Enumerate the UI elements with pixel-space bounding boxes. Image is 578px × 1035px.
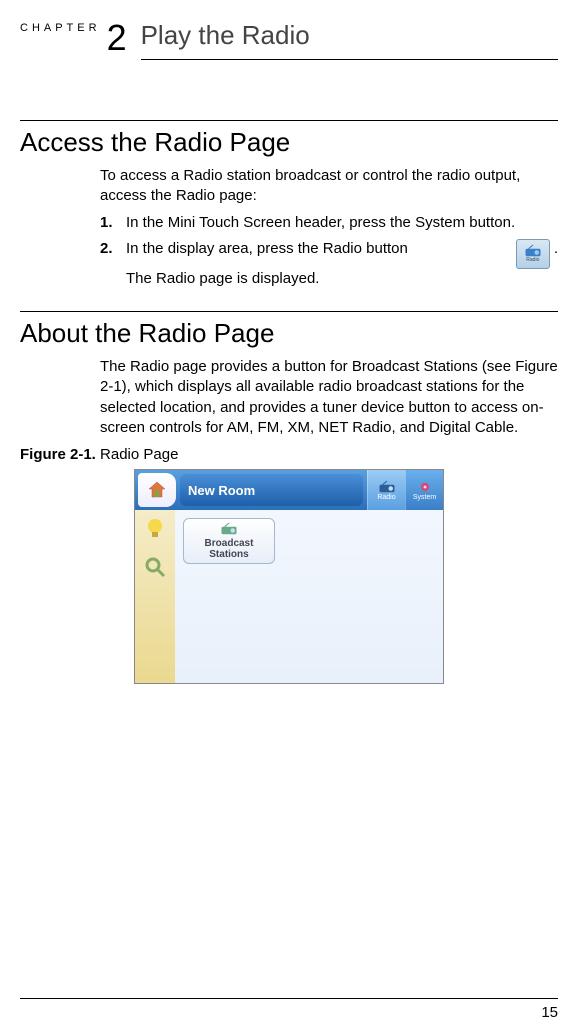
step-text-part2: The Radio page is displayed. <box>126 269 558 289</box>
step-text-dot: . <box>554 239 558 259</box>
figure-radio-page: New Room Radio System <box>134 469 444 684</box>
figure-caption: Figure 2-1. Radio Page <box>20 446 558 463</box>
chapter-rule <box>141 59 558 60</box>
header-system-button[interactable]: System <box>405 470 443 510</box>
radio-button-icon: Radio <box>516 239 550 269</box>
broadcast-label-1: Broadcast <box>205 538 254 549</box>
radio-icon <box>220 522 238 536</box>
sidebar-lights-button[interactable] <box>142 516 168 542</box>
section-access-radio: Access the Radio Page To access a Radio … <box>20 127 558 293</box>
step-text-part1: In the display area, press the Radio but… <box>126 239 512 259</box>
chapter-label: CHAPTER <box>20 22 101 34</box>
radio-icon <box>524 244 542 258</box>
header-system-label: System <box>413 494 436 501</box>
step-text: In the Mini Touch Screen header, press t… <box>126 213 558 233</box>
radio-icon <box>378 480 396 494</box>
figure-sidebar <box>135 510 175 683</box>
tab-new-room[interactable]: New Room <box>180 474 363 506</box>
header-radio-label: Radio <box>377 494 395 501</box>
section-about-radio: About the Radio Page The Radio page prov… <box>20 318 558 438</box>
sidebar-search-button[interactable] <box>142 554 168 580</box>
chapter-header: CHAPTER 2 Play the Radio <box>20 20 558 60</box>
step-2: 2. In the display area, press the Radio … <box>100 239 558 293</box>
section-rule <box>20 311 558 312</box>
gear-icon <box>417 480 433 494</box>
page-number: 15 <box>541 1004 558 1021</box>
footer-rule <box>20 998 558 999</box>
broadcast-label-2: Stations <box>209 549 248 560</box>
section-intro: To access a Radio station broadcast or c… <box>100 166 558 207</box>
figure-caption-bold: Figure 2-1. <box>20 446 96 463</box>
figure-main-area: Broadcast Stations <box>175 510 443 683</box>
header-radio-button[interactable]: Radio <box>367 470 405 510</box>
broadcast-stations-button[interactable]: Broadcast Stations <box>183 518 275 564</box>
figure-caption-rest: Radio Page <box>96 446 179 463</box>
radio-icon-label: Radio <box>526 258 539 263</box>
section-title: About the Radio Page <box>20 318 558 349</box>
section-rule <box>20 120 558 121</box>
chapter-number: 2 <box>107 20 127 56</box>
figure-header: New Room Radio System <box>135 470 443 510</box>
home-button[interactable] <box>138 473 176 507</box>
tab-label: New Room <box>188 483 255 498</box>
chapter-title: Play the Radio <box>141 20 558 59</box>
step-1: 1. In the Mini Touch Screen header, pres… <box>100 213 558 233</box>
section-title: Access the Radio Page <box>20 127 558 158</box>
bulb-icon <box>145 517 165 541</box>
home-icon <box>147 481 167 499</box>
step-num: 1. <box>100 213 126 233</box>
magnifier-icon <box>144 556 166 578</box>
section-body-text: The Radio page provides a button for Bro… <box>100 357 558 438</box>
step-num: 2. <box>100 239 126 293</box>
